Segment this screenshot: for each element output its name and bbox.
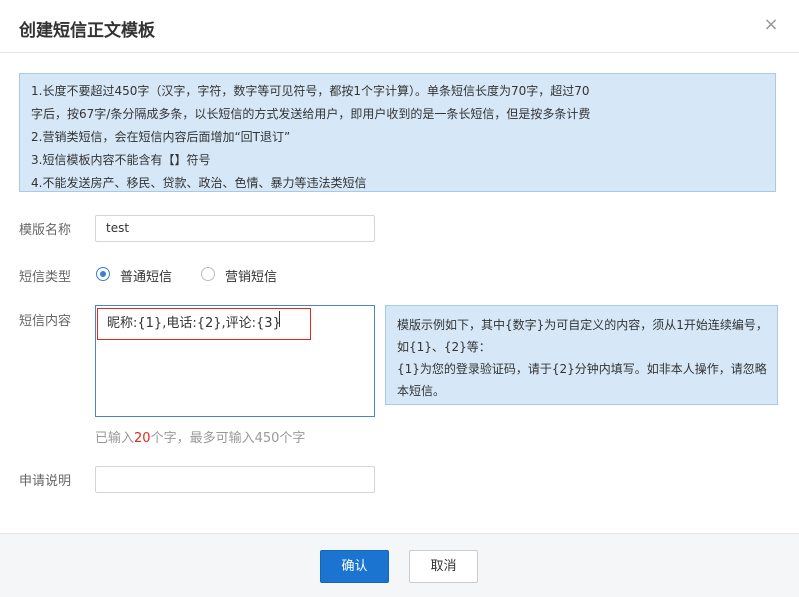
counter-prefix: 已输入 [95,431,135,446]
dialog-title: 创建短信正文模板 [19,21,155,41]
dialog-footer: 确认 取消 [0,533,799,597]
notice-line: 字后，按67字/条分隔成多条，以长短信的方式发送给用户，即用户收到的是一条长短信… [31,107,591,121]
text-caret [279,311,280,327]
confirm-button[interactable]: 确认 [320,550,389,583]
example-line: {1}为您的登录验证码，请于{2}分钟内填写。如非本人操作，请忽略 [397,362,767,376]
sms-type-label: 短信类型 [19,270,72,285]
counter-suffix: 个字，最多可输入450个字 [150,431,306,446]
example-line: 模版示例如下，其中{数字}为可自定义的内容，须从1开始连续编号， [397,318,768,332]
char-counter: 已输入20个字，最多可输入450个字 [95,427,305,446]
template-example-box: 模版示例如下，其中{数字}为可自定义的内容，须从1开始连续编号， 如{1}、{2… [385,305,778,405]
radio-normal-sms[interactable] [96,267,110,281]
application-note-label: 申请说明 [19,474,72,489]
cancel-button[interactable]: 取消 [409,550,478,583]
radio-marketing-sms-label[interactable]: 营销短信 [225,266,277,285]
close-icon[interactable]: × [763,14,779,36]
create-sms-template-dialog: 创建短信正文模板 × 1.长度不要超过450字（汉字，字符，数字等可见符号，都按… [0,0,799,597]
notice-line: 1.长度不要超过450字（汉字，字符，数字等可见符号，都按1个字计算）。单条短信… [31,84,590,98]
application-note-input[interactable] [95,466,375,493]
notice-line: 4.不能发送房产、移民、贷款、政治、色情、暴力等违法类短信 [31,176,367,190]
example-line: 如{1}、{2}等： [397,340,491,354]
dialog-header: 创建短信正文模板 × [0,0,799,53]
notice-box: 1.长度不要超过450字（汉字，字符，数字等可见符号，都按1个字计算）。单条短信… [19,73,776,192]
radio-normal-sms-label[interactable]: 普通短信 [120,266,172,285]
counter-value: 20 [134,431,151,446]
notice-line: 2.营销类短信，会在短信内容后面增加“回T退订” [31,130,291,144]
example-line: 本短信。 [397,384,446,398]
sms-content-label: 短信内容 [19,314,72,329]
notice-line: 3.短信模板内容不能含有【】符号 [31,153,211,167]
radio-marketing-sms[interactable] [201,267,215,281]
template-name-input[interactable]: test [95,215,375,242]
template-name-label: 模版名称 [19,223,72,238]
